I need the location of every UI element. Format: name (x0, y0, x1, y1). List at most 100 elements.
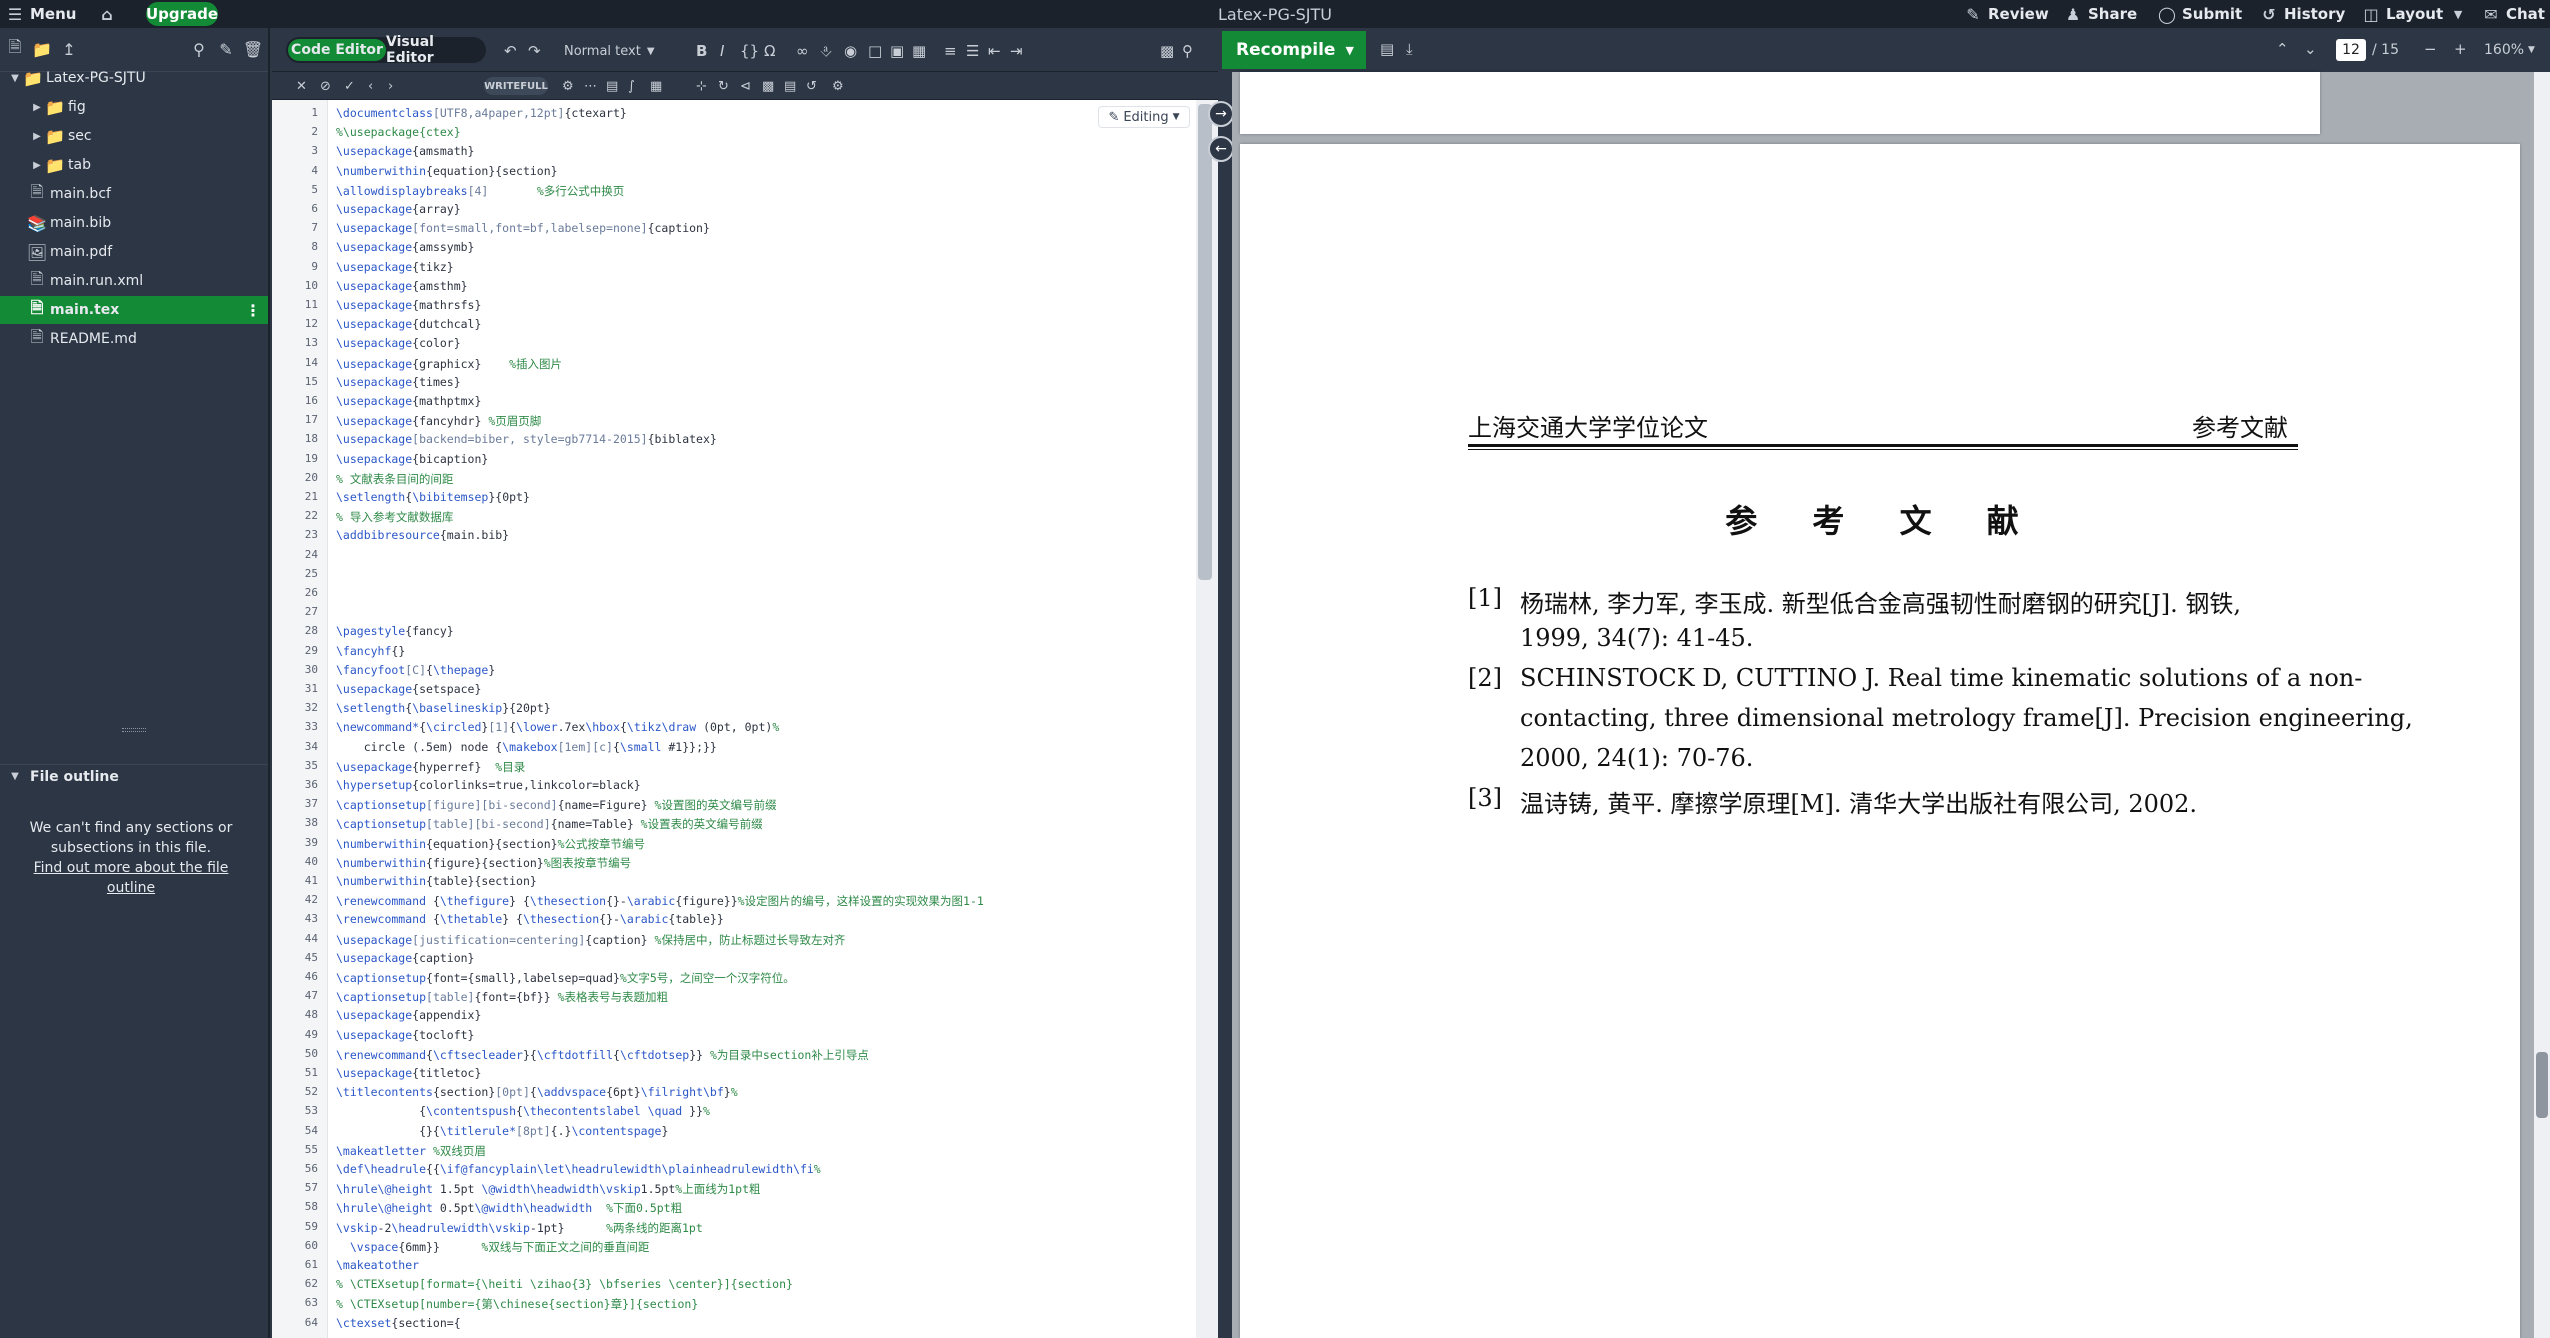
code-line[interactable]: \renewcommand {\thefigure} {\thesection{… (336, 893, 984, 909)
pdf-viewer[interactable]: 上海交通大学学位论文 参考文献 参 考 文 献 [1] 杨瑞林, 李力军, 李玉… (1232, 72, 2550, 1338)
tool-icon[interactable]: ⊹ (696, 77, 707, 95)
redo-icon[interactable]: ↷ (528, 42, 541, 60)
code-line[interactable]: \usepackage{appendix} (336, 1008, 481, 1022)
review-button[interactable]: ✎ Review (1964, 0, 2048, 28)
rename-icon[interactable]: ✎ (217, 40, 235, 59)
indent-decrease-icon[interactable]: ⇤ (988, 42, 1001, 60)
code-line[interactable]: \usepackage{amssymb} (336, 240, 474, 254)
code-line[interactable]: \usepackage{dutchcal} (336, 317, 481, 331)
reference-icon[interactable]: ⎀ (820, 42, 832, 60)
code-line[interactable]: \usepackage{caption} (336, 951, 474, 965)
code-line[interactable]: \renewcommand{\cftsecleader}{\cftdotfill… (336, 1047, 869, 1063)
search-icon[interactable]: ⚲ (1182, 42, 1193, 60)
code-line[interactable]: % 导入参考文献数据库 (336, 509, 453, 525)
code-icon[interactable]: {} (740, 42, 759, 60)
disable-icon[interactable]: ⊘ (320, 77, 331, 95)
code-line[interactable]: \usepackage[font=small,font=bf,labelsep=… (336, 221, 710, 235)
link-icon[interactable]: ∞ (796, 42, 809, 60)
dots-icon[interactable]: ⋯ (584, 77, 597, 95)
code-line[interactable]: \captionsetup[table]{font={bf}} %表格表号与表题… (336, 989, 668, 1005)
history-button[interactable]: ↺ History (2260, 0, 2345, 28)
code-line[interactable]: \usepackage{tikz} (336, 260, 454, 274)
upload-icon[interactable]: ↥ (60, 40, 78, 59)
pdf-scrollbar-thumb[interactable] (2536, 1052, 2548, 1118)
outline-help-link[interactable]: Find out more about the file outline (20, 858, 242, 898)
code-line[interactable]: %\usepackage{ctex} (336, 125, 461, 139)
code-line[interactable]: % \CTEXsetup[number={第\chinese{section}章… (336, 1296, 698, 1312)
zoom-select[interactable]: 160% ▼ (2484, 41, 2535, 59)
zoom-out-icon[interactable]: − (2424, 40, 2437, 58)
code-line[interactable]: \usepackage{array} (336, 202, 461, 216)
bullet-list-icon[interactable]: ≡ (944, 42, 957, 60)
prev-icon[interactable]: ‹ (368, 77, 373, 95)
code-editor-tab[interactable]: Code Editor (288, 39, 386, 61)
code-line[interactable]: % 文献表条目间的间距 (336, 471, 453, 487)
recompile-button[interactable]: Recompile ▼ (1222, 31, 1366, 69)
file-outline-header[interactable]: ▼ File outline (0, 764, 268, 788)
grid-icon[interactable]: ▦ (650, 77, 662, 95)
code-line[interactable]: \fancyfoot[C]{\thepage} (336, 663, 495, 677)
omega-icon[interactable]: Ω (764, 42, 775, 60)
code-line[interactable]: circle (.5em) node {\makebox[1em][c]{\sm… (336, 740, 717, 754)
new-file-icon[interactable]: 🗎 (6, 37, 24, 59)
code-line[interactable]: \setlength{\baselineskip}{20pt} (336, 701, 551, 715)
undo-icon[interactable]: ↶ (504, 42, 517, 60)
code-line[interactable]: \ctexset{section={ (336, 1316, 461, 1330)
code-line[interactable]: {}{\titlerule*[8pt]{.}\contentspage} (336, 1124, 668, 1138)
code-line[interactable]: \captionsetup[table][bi-second]{name=Tab… (336, 816, 763, 832)
root-folder[interactable]: ▼ 📁 Latex-PG-SJTU (0, 64, 268, 92)
code-line[interactable]: \renewcommand {\thetable} {\thesection{}… (336, 912, 724, 926)
code-line[interactable]: \vspace{6mm}} %双线与下面正文之间的垂直间距 (336, 1239, 649, 1255)
share-button[interactable]: ♟ Share (2064, 0, 2137, 28)
italic-icon[interactable]: I (720, 42, 724, 60)
code-line[interactable]: \usepackage[justification=centering]{cap… (336, 932, 845, 948)
refresh-icon[interactable]: ↻ (718, 77, 729, 95)
writefull-badge[interactable]: WRITEFULL (484, 77, 548, 95)
chevron-down-icon[interactable]: ▼ (1346, 44, 1354, 57)
integral-icon[interactable]: ∫ (628, 77, 635, 95)
code-line[interactable]: \usepackage{bicaption} (336, 452, 488, 466)
text-style-select[interactable]: Normal text ▼ (564, 42, 655, 60)
bold-icon[interactable]: B (696, 42, 707, 60)
code-line[interactable]: \hrule\@height 1.5pt \@width\headwidth\v… (336, 1181, 761, 1197)
pane-divider[interactable] (1218, 28, 1232, 1338)
code-line[interactable]: \usepackage{amsthm} (336, 279, 468, 293)
toggle-pdf-icon[interactable]: ▩ (1160, 42, 1174, 60)
home-button[interactable]: ⌂ (98, 0, 116, 28)
figure-icon[interactable]: □ (868, 42, 882, 60)
editing-mode-button[interactable]: ✎ Editing ▼ (1098, 106, 1190, 128)
settings-icon[interactable]: ⚙ (832, 77, 844, 95)
code-line[interactable]: \usepackage{fancyhdr} %页眉页脚 (336, 413, 541, 429)
check-icon[interactable]: ✓ (344, 77, 355, 95)
close-icon[interactable]: ✕ (296, 77, 307, 95)
tree-item-readme[interactable]: 🗎 README.md (0, 325, 268, 353)
robot-icon[interactable]: ⚙ (562, 77, 574, 95)
tree-item-main-bcf[interactable]: 🗎 main.bcf (0, 180, 268, 208)
code-line[interactable]: \hypersetup{colorlinks=true,linkcolor=bl… (336, 778, 641, 792)
code-line[interactable]: \numberwithin{equation}{section} (336, 164, 558, 178)
page-down-icon[interactable]: ⌄ (2304, 40, 2317, 58)
code-line[interactable]: \usepackage{color} (336, 336, 461, 350)
code-line[interactable]: \usepackage{mathrsfs} (336, 298, 481, 312)
code-line[interactable]: \documentclass[UTF8,a4paper,12pt]{ctexar… (336, 106, 627, 120)
editor-scrollbar-thumb[interactable] (1198, 104, 1212, 580)
code-line[interactable]: {\contentspush{\thecontentslabel \quad }… (336, 1104, 710, 1118)
table-icon[interactable]: ▦ (912, 42, 926, 60)
code-line[interactable]: \usepackage{titletoc} (336, 1066, 481, 1080)
numbered-list-icon[interactable]: ☰ (966, 42, 979, 60)
tree-item-main-bib[interactable]: 📚 main.bib (0, 209, 268, 237)
code-line[interactable]: \usepackage{graphicx} %插入图片 (336, 356, 562, 372)
code-line[interactable]: \usepackage{setspace} (336, 682, 481, 696)
upgrade-button[interactable]: Upgrade (146, 2, 218, 26)
share-small-icon[interactable]: ⊲ (740, 77, 751, 95)
menu-button[interactable]: ☰ Menu (6, 0, 77, 28)
code-line[interactable]: \addbibresource{main.bib} (336, 528, 509, 542)
arrow-left-icon[interactable]: ← (1208, 136, 1234, 162)
history-small-icon[interactable]: ↺ (806, 77, 817, 95)
tree-item-fig[interactable]: ▶ 📁 fig (0, 93, 268, 121)
code-line[interactable]: \vskip-2\headrulewidth\vskip-1pt} %两条线的距… (336, 1220, 703, 1236)
code-line[interactable]: \captionsetup[figure][bi-second]{name=Fi… (336, 797, 776, 813)
code-line[interactable]: \usepackage{times} (336, 375, 461, 389)
code-line[interactable]: \def\headrule{{\if@fancyplain\let\headru… (336, 1162, 821, 1176)
code-line[interactable]: \fancyhf{} (336, 644, 405, 658)
